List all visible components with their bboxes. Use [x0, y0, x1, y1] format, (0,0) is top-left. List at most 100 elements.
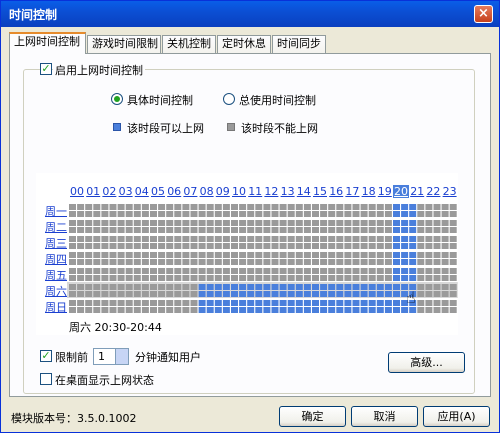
time-slot-cell[interactable]	[312, 236, 319, 242]
time-slot-cell[interactable]	[133, 243, 141, 249]
time-slot-cell[interactable]	[77, 211, 85, 217]
time-slot-cell[interactable]	[150, 307, 157, 313]
time-slot-cell[interactable]	[247, 291, 255, 297]
time-slot-cell[interactable]	[303, 211, 311, 217]
time-slot-cell[interactable]	[77, 227, 85, 233]
time-slot-cell[interactable]	[425, 275, 433, 281]
time-slot-cell[interactable]	[150, 300, 157, 306]
time-slot-cell[interactable]	[433, 268, 441, 274]
time-slot-cell[interactable]	[255, 275, 263, 281]
time-slot-cell[interactable]	[312, 243, 319, 249]
time-slot-cell[interactable]	[206, 291, 214, 297]
time-slot-cell[interactable]	[368, 307, 376, 313]
time-slot-cell[interactable]	[247, 259, 255, 265]
time-slot-cell[interactable]	[279, 284, 287, 290]
time-slot-cell[interactable]	[190, 252, 198, 258]
time-slot-cell[interactable]	[182, 275, 190, 281]
time-slot-cell[interactable]	[368, 204, 376, 210]
time-slot-cell[interactable]	[271, 275, 279, 281]
time-slot-cell[interactable]	[449, 236, 457, 242]
time-slot-cell[interactable]	[417, 291, 425, 297]
time-slot-cell[interactable]	[425, 259, 433, 265]
time-slot-cell[interactable]	[320, 307, 328, 313]
time-slot-cell[interactable]	[166, 307, 174, 313]
time-slot-cell[interactable]	[295, 252, 303, 258]
time-slot-cell[interactable]	[93, 275, 101, 281]
time-slot-cell[interactable]	[174, 300, 182, 306]
time-slot-cell[interactable]	[214, 227, 222, 233]
hour-label-01[interactable]: 01	[85, 185, 101, 198]
time-slot-cell[interactable]	[231, 259, 238, 265]
time-slot-cell[interactable]	[263, 284, 271, 290]
time-slot-cell[interactable]	[255, 227, 263, 233]
time-slot-cell[interactable]	[271, 300, 279, 306]
time-slot-cell[interactable]	[384, 220, 392, 226]
time-slot-cell[interactable]	[336, 300, 344, 306]
time-slot-cell[interactable]	[255, 252, 263, 258]
time-slot-cell[interactable]	[69, 204, 76, 210]
enable-checkbox[interactable]: ✓	[40, 63, 52, 75]
time-slot-cell[interactable]	[141, 204, 149, 210]
time-slot-cell[interactable]	[344, 243, 352, 249]
time-slot-cell[interactable]	[449, 252, 457, 258]
time-slot-cell[interactable]	[352, 300, 360, 306]
time-slot-cell[interactable]	[344, 227, 352, 233]
hour-label-11[interactable]: 11	[247, 185, 263, 198]
time-slot-cell[interactable]	[433, 291, 441, 297]
time-slot-cell[interactable]	[93, 300, 101, 306]
time-slot-cell[interactable]	[206, 243, 214, 249]
time-slot-cell[interactable]	[101, 236, 109, 242]
time-slot-cell[interactable]	[69, 259, 76, 265]
time-slot-cell[interactable]	[425, 220, 433, 226]
time-slot-cell[interactable]	[190, 268, 198, 274]
time-slot-cell[interactable]	[166, 243, 174, 249]
time-slot-cell[interactable]	[182, 204, 190, 210]
time-slot-cell[interactable]	[174, 284, 182, 290]
time-slot-cell[interactable]	[255, 220, 263, 226]
time-slot-cell[interactable]	[69, 291, 76, 297]
time-slot-cell[interactable]	[425, 243, 433, 249]
time-slot-cell[interactable]	[352, 211, 360, 217]
time-slot-cell[interactable]	[166, 268, 174, 274]
time-slot-cell[interactable]	[417, 236, 425, 242]
time-slot-cell[interactable]	[320, 204, 328, 210]
time-slot-cell[interactable]	[214, 211, 222, 217]
time-slot-cell[interactable]	[198, 307, 206, 313]
time-slot-cell[interactable]	[158, 204, 166, 210]
time-slot-cell[interactable]	[109, 236, 117, 242]
time-slot-cell[interactable]	[271, 204, 279, 210]
time-slot-cell[interactable]	[214, 300, 222, 306]
time-slot-cell[interactable]	[214, 268, 222, 274]
time-slot-cell[interactable]	[158, 307, 166, 313]
time-slot-cell[interactable]	[279, 268, 287, 274]
time-slot-cell[interactable]	[279, 220, 287, 226]
time-slot-cell[interactable]	[214, 236, 222, 242]
time-slot-cell[interactable]	[393, 211, 400, 217]
time-slot-cell[interactable]	[344, 284, 352, 290]
time-slot-cell[interactable]	[287, 268, 295, 274]
hour-label-02[interactable]: 02	[101, 185, 117, 198]
time-slot-cell[interactable]	[384, 227, 392, 233]
time-slot-cell[interactable]	[352, 307, 360, 313]
time-slot-cell[interactable]	[368, 284, 376, 290]
time-slot-cell[interactable]	[182, 211, 190, 217]
time-slot-cell[interactable]	[360, 236, 368, 242]
time-slot-cell[interactable]	[239, 211, 247, 217]
time-slot-cell[interactable]	[417, 307, 425, 313]
time-slot-cell[interactable]	[85, 300, 93, 306]
time-slot-cell[interactable]	[231, 275, 238, 281]
time-slot-cell[interactable]	[239, 204, 247, 210]
time-slot-cell[interactable]	[328, 259, 336, 265]
time-slot-cell[interactable]	[344, 204, 352, 210]
time-slot-cell[interactable]	[336, 259, 344, 265]
time-slot-cell[interactable]	[425, 300, 433, 306]
time-slot-cell[interactable]	[295, 268, 303, 274]
tab-shutdown[interactable]: 关机控制	[162, 35, 216, 53]
time-slot-cell[interactable]	[312, 275, 319, 281]
close-button[interactable]: ×	[474, 5, 493, 23]
time-slot-cell[interactable]	[352, 252, 360, 258]
time-slot-cell[interactable]	[117, 291, 125, 297]
time-slot-cell[interactable]	[133, 275, 141, 281]
time-slot-cell[interactable]	[376, 300, 384, 306]
time-slot-cell[interactable]	[125, 227, 133, 233]
